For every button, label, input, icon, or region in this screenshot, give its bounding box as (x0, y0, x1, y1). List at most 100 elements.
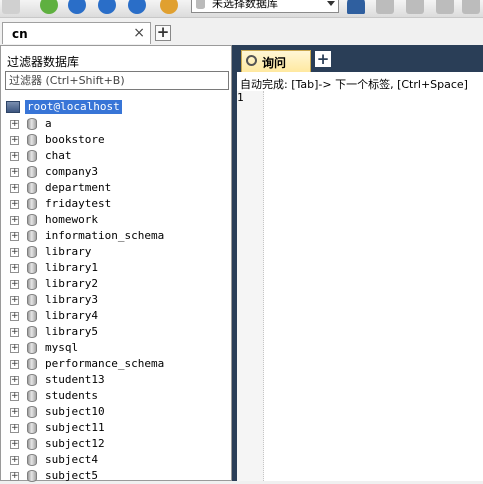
expand-icon[interactable]: + (10, 152, 19, 161)
tree-item-database[interactable]: + mysql (1, 340, 231, 356)
expand-icon[interactable]: + (10, 440, 19, 449)
import-icon[interactable] (376, 0, 394, 14)
tree-item-database[interactable]: + library4 (1, 308, 231, 324)
tree-item-database[interactable]: + student13 (1, 372, 231, 388)
new-connection-tab-button[interactable]: + (155, 25, 171, 41)
filter-title: 过滤器数据库 (7, 55, 80, 69)
database-icon (27, 118, 37, 130)
tree-item-database[interactable]: + subject5 (1, 468, 231, 484)
database-icon (27, 422, 37, 434)
query-editor[interactable]: 1 (237, 91, 483, 481)
expand-icon[interactable]: + (10, 136, 19, 145)
connection-tab-label: cn (12, 27, 28, 41)
execute-query-icon[interactable] (68, 0, 86, 14)
backup-icon[interactable] (406, 0, 424, 14)
tree-item-label: library3 (45, 293, 98, 306)
tree-item-label: library2 (45, 277, 98, 290)
expand-icon[interactable]: + (10, 328, 19, 337)
filter-input[interactable] (5, 71, 229, 90)
database-icon (27, 310, 37, 322)
database-icon (196, 0, 205, 9)
stop-query-icon[interactable] (128, 0, 146, 14)
database-icon (27, 134, 37, 146)
line-number-gutter: 1 (237, 91, 264, 481)
tree-item-database[interactable]: + library5 (1, 324, 231, 340)
database-icon (27, 342, 37, 354)
expand-icon[interactable]: + (10, 456, 19, 465)
expand-icon[interactable]: + (10, 344, 19, 353)
close-icon[interactable]: × (133, 25, 145, 41)
tree-item-label: subject4 (45, 453, 98, 466)
expand-icon[interactable]: + (10, 248, 19, 257)
expand-icon[interactable]: + (10, 360, 19, 369)
expand-icon[interactable]: + (10, 184, 19, 193)
tree-item-database[interactable]: + fridaytest (1, 196, 231, 212)
database-icon (27, 454, 37, 466)
sql-icon[interactable] (2, 0, 20, 14)
tree-item-label: mysql (45, 341, 79, 354)
expand-icon[interactable]: + (10, 424, 19, 433)
tree-item-database[interactable]: + a (1, 116, 231, 132)
expand-icon[interactable]: + (10, 168, 19, 177)
expand-icon[interactable]: + (10, 200, 19, 209)
database-icon (27, 294, 37, 306)
tree-item-database[interactable]: + library1 (1, 260, 231, 276)
tree-item-label: student13 (45, 373, 105, 386)
database-tree: root@localhost + a + bookstore + chat + company… (1, 98, 231, 484)
tree-item-label: library4 (45, 309, 98, 322)
expand-icon[interactable]: + (10, 264, 19, 273)
tree-root-node[interactable]: root@localhost (1, 98, 231, 116)
tree-item-label: company3 (45, 165, 98, 178)
tree-item-database[interactable]: + students (1, 388, 231, 404)
database-icon (27, 374, 37, 386)
expand-icon[interactable]: + (10, 120, 19, 129)
query-tab[interactable]: 询问 (241, 50, 311, 72)
tree-item-database[interactable]: + information_schema (1, 228, 231, 244)
export-icon[interactable] (436, 0, 454, 14)
tree-item-database[interactable]: + homework (1, 212, 231, 228)
expand-icon[interactable]: + (10, 296, 19, 305)
tree-item-database[interactable]: + library (1, 244, 231, 260)
expand-icon[interactable]: + (10, 280, 19, 289)
database-icon (27, 214, 37, 226)
tree-item-database[interactable]: + subject12 (1, 436, 231, 452)
refresh-icon[interactable] (160, 0, 178, 14)
expand-icon[interactable]: + (10, 232, 19, 241)
autocomplete-hint: 自动完成: [Tab]-> 下一个标签, [Ctrl+Space] (240, 78, 468, 91)
tree-item-database[interactable]: + performance_schema (1, 356, 231, 372)
tree-item-database[interactable]: + subject11 (1, 420, 231, 436)
tree-item-label: library1 (45, 261, 98, 274)
tree-item-label: department (45, 181, 112, 194)
tree-item-database[interactable]: + chat (1, 148, 231, 164)
tree-item-label: subject11 (45, 421, 105, 434)
database-select[interactable]: 未选择数据库 (191, 0, 339, 13)
expand-icon[interactable]: + (10, 376, 19, 385)
database-icon (27, 198, 37, 210)
new-connection-icon[interactable] (40, 0, 58, 14)
new-query-tab-button[interactable]: + (315, 51, 331, 67)
connection-tab[interactable]: cn × (2, 22, 151, 44)
database-icon (27, 150, 37, 162)
expand-icon[interactable]: + (10, 408, 19, 417)
hat-icon[interactable] (347, 0, 365, 14)
tree-item-database[interactable]: + company3 (1, 164, 231, 180)
line-number: 1 (237, 91, 244, 104)
tree-item-label: library5 (45, 325, 98, 338)
database-icon (27, 326, 37, 338)
execute-all-icon[interactable] (98, 0, 116, 14)
tree-item-label: fridaytest (45, 197, 112, 210)
tree-item-database[interactable]: + subject4 (1, 452, 231, 468)
schema-icon[interactable] (462, 0, 480, 14)
expand-icon[interactable]: + (10, 472, 19, 481)
expand-icon[interactable]: + (10, 392, 19, 401)
tree-item-database[interactable]: + bookstore (1, 132, 231, 148)
tree-item-database[interactable]: + department (1, 180, 231, 196)
database-icon (27, 358, 37, 370)
tree-item-database[interactable]: + subject10 (1, 404, 231, 420)
tree-item-database[interactable]: + library3 (1, 292, 231, 308)
expand-icon[interactable]: + (10, 216, 19, 225)
expand-icon[interactable]: + (10, 312, 19, 321)
database-icon (27, 262, 37, 274)
tree-item-label: library (45, 245, 92, 258)
tree-item-database[interactable]: + library2 (1, 276, 231, 292)
